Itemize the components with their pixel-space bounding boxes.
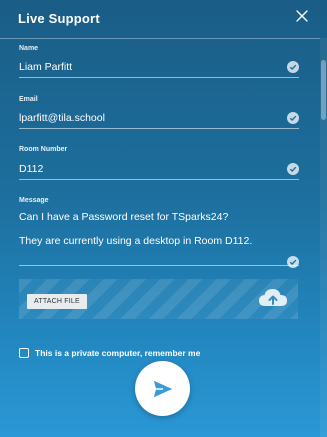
header: Live Support	[0, 0, 320, 39]
email-field: Email	[19, 96, 299, 129]
scrollbar[interactable]	[320, 38, 327, 437]
check-circle-icon	[287, 163, 299, 175]
cloud-upload-icon	[259, 289, 287, 306]
message-textarea[interactable]: Can I have a Password reset for TSparks2…	[19, 210, 299, 268]
check-circle-icon	[287, 256, 299, 268]
name-field: Name	[19, 45, 299, 78]
message-line: Can I have a Password reset for TSparks2…	[19, 211, 229, 223]
message-line: They are currently using a desktop in Ro…	[19, 235, 253, 247]
room-number-input[interactable]	[19, 159, 274, 179]
name-input[interactable]	[19, 57, 274, 77]
email-label: Email	[19, 96, 38, 103]
remember-me-checkbox[interactable]: This is a private computer, remember me	[19, 348, 200, 358]
file-drop-zone[interactable]: ATTACH FILE	[19, 279, 298, 319]
window-title: Live Support	[18, 11, 100, 26]
room-number-label: Room Number	[19, 146, 68, 153]
name-label: Name	[19, 45, 39, 52]
check-circle-icon	[287, 112, 299, 124]
attach-file-button[interactable]: ATTACH FILE	[27, 294, 87, 309]
scrollbar-thumb[interactable]	[321, 60, 326, 120]
send-button[interactable]	[135, 361, 190, 416]
email-input[interactable]	[19, 108, 274, 128]
check-circle-icon	[287, 61, 299, 73]
room-number-field: Room Number	[19, 146, 299, 180]
send-icon	[153, 380, 173, 398]
checkbox-box[interactable]	[19, 348, 29, 358]
close-icon[interactable]	[294, 8, 310, 24]
message-label: Message	[19, 197, 49, 204]
message-field: Message Can I have a Password reset for …	[19, 197, 299, 268]
remember-me-label: This is a private computer, remember me	[35, 348, 201, 358]
